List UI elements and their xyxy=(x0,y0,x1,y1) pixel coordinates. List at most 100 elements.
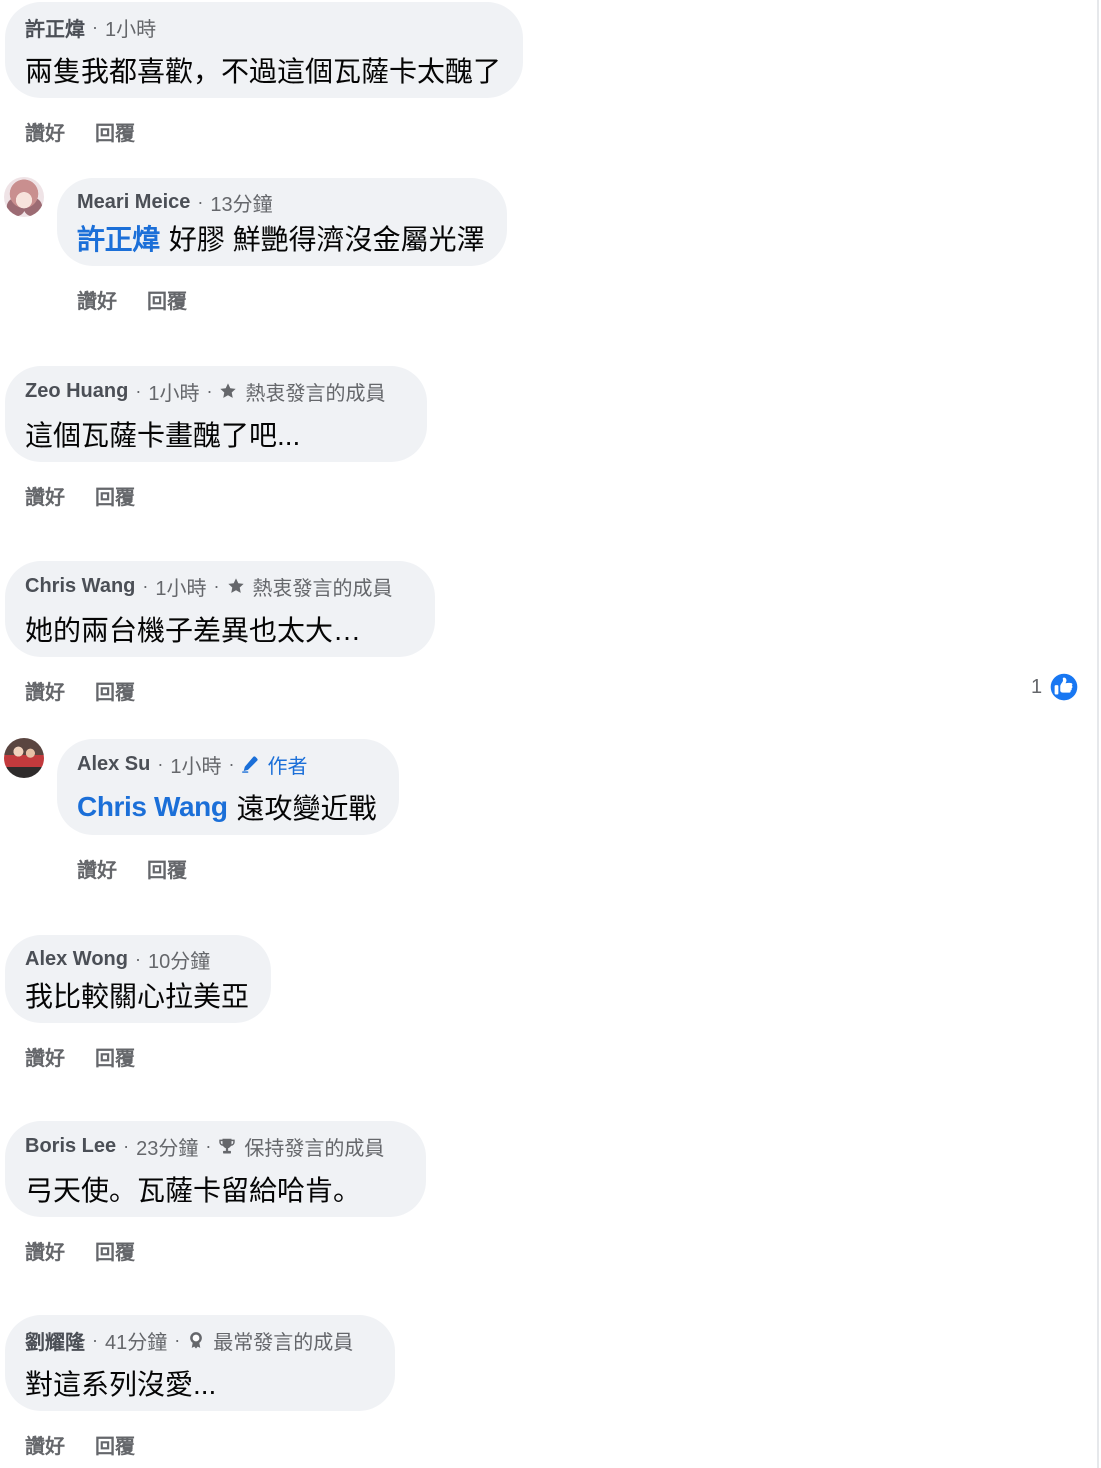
author-name[interactable]: Alex Su xyxy=(77,753,150,776)
comment-bubble: Alex Su · 1小時 · 作者 Chris Wang 遠攻變近戰 xyxy=(57,739,399,835)
author-badge: 作者 xyxy=(241,750,307,779)
comment-actions: 讚好 回覆 xyxy=(57,854,399,882)
author-name[interactable]: 劉耀隆 xyxy=(25,1326,85,1355)
separator-dot: · xyxy=(92,16,98,37)
comment-bubble: Zeo Huang · 1小時 · 熱衷發言的成員 這個瓦薩卡畫醜了吧... xyxy=(5,366,428,462)
timestamp[interactable]: 1小時 xyxy=(105,13,156,42)
comment-text: 弓天使。瓦薩卡留給哈肯。 xyxy=(25,1175,362,1206)
comment-actions: 讚好 回覆 xyxy=(5,1042,271,1070)
comment-text: 我比較關心拉美亞 xyxy=(25,981,250,1012)
comment-actions: 讚好 回覆 xyxy=(5,1430,395,1458)
comment: Boris Lee · 23分鐘 · 保持發言的成員 弓天使。瓦薩卡留給哈肯。 … xyxy=(5,1121,427,1264)
comment-actions: 讚好 回覆 xyxy=(57,285,507,313)
avatar[interactable] xyxy=(4,177,44,217)
comment-actions: 讚好 回覆 xyxy=(5,1236,426,1264)
reply-button[interactable]: 回覆 xyxy=(95,1236,135,1265)
member-badge: 熱衷發言的成員 xyxy=(219,377,385,406)
comment-bubble: 許正煒 · 1小時 兩隻我都喜歡，不過這個瓦薩卡太醜了 xyxy=(5,2,524,98)
like-icon xyxy=(1049,672,1079,702)
mention-link[interactable]: 許正煒 xyxy=(77,218,160,258)
like-button[interactable]: 讚好 xyxy=(77,285,117,314)
separator-dot: · xyxy=(174,1329,181,1350)
comment: 劉耀隆 · 41分鐘 · 最常發言的成員 對這系列沒愛... 讚好 回覆 xyxy=(5,1315,396,1458)
author-name[interactable]: Alex Wong xyxy=(25,948,128,971)
author-name[interactable]: Chris Wang xyxy=(25,575,135,598)
comment-text: 這個瓦薩卡畫醜了吧... xyxy=(25,420,301,451)
separator-dot: · xyxy=(123,1135,130,1156)
member-badge: 熱衷發言的成員 xyxy=(227,572,393,601)
separator-dot: · xyxy=(206,380,213,401)
comment-bubble: 劉耀隆 · 41分鐘 · 最常發言的成員 對這系列沒愛... xyxy=(5,1315,396,1411)
separator-dot: · xyxy=(213,575,220,596)
comment-header: Alex Su · 1小時 · 作者 xyxy=(77,747,377,781)
separator-dot: · xyxy=(135,380,142,401)
timestamp[interactable]: 1小時 xyxy=(170,750,221,779)
comment: Chris Wang · 1小時 · 熱衷發言的成員 她的兩台機子差異也太大… … xyxy=(5,561,435,704)
like-button[interactable]: 讚好 xyxy=(25,1042,65,1071)
timestamp[interactable]: 41分鐘 xyxy=(105,1326,167,1355)
author-name[interactable]: Zeo Huang xyxy=(25,380,128,403)
reply-button[interactable]: 回覆 xyxy=(147,285,187,314)
comment-actions: 讚好 回覆 xyxy=(5,676,435,704)
mention-link[interactable]: Chris Wang xyxy=(77,791,228,823)
timestamp[interactable]: 10分鐘 xyxy=(148,945,210,974)
comment-header: Boris Lee · 23分鐘 · 保持發言的成員 xyxy=(25,1129,404,1163)
badge-label: 作者 xyxy=(267,755,308,778)
timestamp[interactable]: 1小時 xyxy=(155,572,206,601)
author-name[interactable]: Meari Meice xyxy=(77,191,190,214)
star-icon xyxy=(227,577,245,595)
comment: 許正煒 · 1小時 兩隻我都喜歡，不過這個瓦薩卡太醜了 讚好 回覆 xyxy=(5,2,524,146)
timestamp[interactable]: 1小時 xyxy=(148,377,199,406)
right-edge-divider xyxy=(1097,0,1099,1468)
comment-header: Meari Meice · 13分鐘 xyxy=(77,186,485,218)
separator-dot: · xyxy=(157,753,164,774)
comment-header: 許正煒 · 1小時 xyxy=(25,10,501,44)
like-button[interactable]: 讚好 xyxy=(25,117,65,146)
comment-header: Chris Wang · 1小時 · 熱衷發言的成員 xyxy=(25,569,413,603)
comment-text: 兩隻我都喜歡，不過這個瓦薩卡太醜了 xyxy=(25,56,502,87)
comment-actions: 讚好 回覆 xyxy=(5,481,427,509)
comment-header: Zeo Huang · 1小時 · 熱衷發言的成員 xyxy=(25,374,405,408)
separator-dot: · xyxy=(92,1329,98,1350)
reply-comment: Alex Su · 1小時 · 作者 Chris Wang 遠攻變近戰 讚好 回… xyxy=(4,738,399,882)
reply-button[interactable]: 回覆 xyxy=(95,676,135,705)
badge-label: 熱衷發言的成員 xyxy=(252,577,393,600)
reaction-count: 1 xyxy=(1031,675,1043,698)
separator-dot: · xyxy=(205,1135,212,1156)
comment-bubble: Boris Lee · 23分鐘 · 保持發言的成員 弓天使。瓦薩卡留給哈肯。 xyxy=(5,1121,427,1217)
comment-text: 她的兩台機子差異也太大… xyxy=(25,615,362,646)
comment-header: 劉耀隆 · 41分鐘 · 最常發言的成員 xyxy=(25,1323,373,1357)
reaction-summary[interactable]: 1 xyxy=(1031,672,1079,702)
reply-button[interactable]: 回覆 xyxy=(95,117,135,146)
comment: Zeo Huang · 1小時 · 熱衷發言的成員 這個瓦薩卡畫醜了吧... 讚… xyxy=(5,366,428,509)
comment-text: 對這系列沒愛... xyxy=(25,1369,217,1400)
comment-bubble: Chris Wang · 1小時 · 熱衷發言的成員 她的兩台機子差異也太大… xyxy=(5,561,435,657)
like-button[interactable]: 讚好 xyxy=(25,1236,65,1265)
reply-comment: Meari Meice · 13分鐘 許正煒 好膠 鮮艷得濟沒金屬光澤 讚好 回… xyxy=(4,177,507,313)
like-button[interactable]: 讚好 xyxy=(25,1430,65,1459)
comment: Alex Wong · 10分鐘 我比較關心拉美亞 讚好 回覆 xyxy=(5,935,272,1070)
reply-button[interactable]: 回覆 xyxy=(95,1430,135,1459)
like-button[interactable]: 讚好 xyxy=(25,481,65,510)
timestamp[interactable]: 13分鐘 xyxy=(210,188,272,217)
like-button[interactable]: 讚好 xyxy=(77,854,117,883)
avatar[interactable] xyxy=(4,738,44,778)
author-name[interactable]: Boris Lee xyxy=(25,1135,116,1158)
comment-text: 許正煒 好膠 鮮艷得濟沒金屬光澤 xyxy=(77,218,485,258)
reply-button[interactable]: 回覆 xyxy=(95,1042,135,1071)
pencil-icon xyxy=(241,755,259,773)
reply-button[interactable]: 回覆 xyxy=(147,854,187,883)
timestamp[interactable]: 23分鐘 xyxy=(136,1132,198,1161)
badge-label: 保持發言的成員 xyxy=(244,1137,385,1160)
comment-text: Chris Wang 遠攻變近戰 xyxy=(77,787,377,827)
medal-icon xyxy=(187,1331,205,1349)
separator-dot: · xyxy=(142,575,149,596)
member-badge: 保持發言的成員 xyxy=(218,1132,384,1161)
reply-button[interactable]: 回覆 xyxy=(95,481,135,510)
like-button[interactable]: 讚好 xyxy=(25,676,65,705)
comment-body: 好膠 鮮艷得濟沒金屬光澤 xyxy=(168,224,485,255)
author-name[interactable]: 許正煒 xyxy=(25,13,85,42)
separator-dot: · xyxy=(197,191,204,212)
badge-label: 最常發言的成員 xyxy=(213,1331,354,1354)
comment-body: 遠攻變近戰 xyxy=(236,793,377,824)
